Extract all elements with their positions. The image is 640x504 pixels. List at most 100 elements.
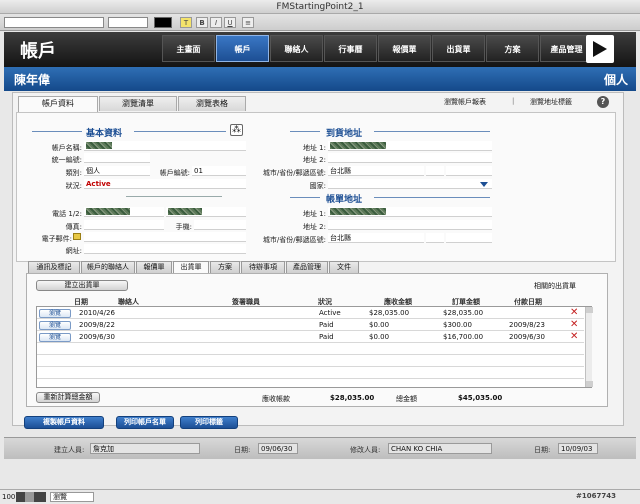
- related-shipments-label: 相關的出貨單: [534, 282, 576, 290]
- font-select[interactable]: [4, 17, 104, 28]
- section-rule: [32, 131, 82, 132]
- print-labels-button[interactable]: 列印標籤: [180, 416, 238, 429]
- ship-addr1-field[interactable]: [328, 141, 492, 151]
- delete-row-icon[interactable]: ✕: [570, 332, 578, 342]
- view-button[interactable]: 瀏覽: [39, 309, 71, 318]
- mobile-field[interactable]: [194, 220, 246, 230]
- account-name-title: 陳年偉: [14, 73, 51, 87]
- ship-addr1-label: 地址 1:: [302, 144, 326, 152]
- subtab-5[interactable]: 待辦事項: [241, 261, 285, 273]
- bill-zip-field[interactable]: [446, 233, 492, 243]
- view-report-link[interactable]: 瀏覽帳戶報表: [444, 97, 486, 107]
- nav-item-0[interactable]: 主畫面: [162, 35, 215, 62]
- row-receivable: $28,035.00: [369, 309, 410, 317]
- account-name-field[interactable]: [84, 141, 246, 151]
- tax-id-field[interactable]: [84, 153, 150, 163]
- email-field[interactable]: [84, 232, 246, 242]
- subtab-2[interactable]: 報價單: [136, 261, 172, 273]
- ship-city-field[interactable]: 台北縣: [328, 166, 424, 176]
- color-swatch[interactable]: [154, 17, 172, 28]
- watermark-id: #1067743: [576, 492, 616, 500]
- row-order: $16,700.00: [443, 333, 484, 341]
- account-type-title: 個人: [603, 73, 628, 87]
- tab-account-info[interactable]: 帳戶資料: [18, 96, 98, 112]
- view-button[interactable]: 瀏覽: [39, 321, 71, 330]
- delete-row-icon[interactable]: ✕: [570, 320, 578, 330]
- section-rule: [374, 197, 490, 198]
- redacted-value: [86, 208, 130, 215]
- bill-addr1-field[interactable]: [328, 207, 492, 217]
- status-field[interactable]: Active: [84, 179, 246, 189]
- mode-indicator[interactable]: 瀏覽: [50, 492, 94, 502]
- print-account-list-button[interactable]: 列印帳戶名單: [116, 416, 174, 429]
- bill-addr2-field[interactable]: [328, 220, 492, 230]
- subtab-7[interactable]: 文件: [329, 261, 359, 273]
- divider: [126, 196, 222, 197]
- portal-scrollbar[interactable]: [585, 307, 593, 387]
- fax-field[interactable]: [84, 220, 164, 230]
- phone1-field[interactable]: [84, 207, 164, 217]
- nav-item-5[interactable]: 出貨單: [432, 35, 485, 62]
- tab-view-list[interactable]: 瀏覽清單: [99, 96, 177, 111]
- table-row[interactable]: 瀏覽 2010/4/26 Active $28,035.00 $28,035.00 ✕: [37, 308, 584, 319]
- subtab-0[interactable]: 通訊及標記: [28, 261, 80, 273]
- bill-addr2-label: 地址 2:: [302, 223, 326, 231]
- nav-item-3[interactable]: 行事曆: [324, 35, 377, 62]
- email-compose-icon[interactable]: [73, 233, 81, 240]
- row-status: Active: [319, 309, 341, 317]
- bold-icon[interactable]: B: [196, 17, 208, 28]
- row-date: 2009/6/30: [79, 333, 115, 341]
- size-select[interactable]: [108, 17, 148, 28]
- subtab-4[interactable]: 方案: [210, 261, 240, 273]
- row-receivable: $0.00: [369, 333, 390, 341]
- text-tool-icon[interactable]: T: [180, 17, 192, 28]
- view-map-link[interactable]: 瀏覽地址標籤: [530, 97, 572, 107]
- nav-item-6[interactable]: 方案: [486, 35, 539, 62]
- recalc-total-button[interactable]: 重新計算總金額: [36, 392, 100, 403]
- row-date: 2010/4/26: [79, 309, 115, 317]
- ship-zip-field[interactable]: [446, 166, 492, 176]
- bill-province-field[interactable]: [426, 233, 444, 243]
- help-icon[interactable]: ?: [597, 96, 609, 108]
- tab-view-table[interactable]: 瀏覽表格: [178, 96, 246, 111]
- italic-icon[interactable]: I: [210, 17, 222, 28]
- scroll-down-icon[interactable]: [586, 381, 593, 387]
- nav-item-1[interactable]: 帳戶: [216, 35, 269, 62]
- billing-title: 帳單地址: [326, 195, 363, 205]
- ship-country-label: 國家:: [309, 182, 326, 190]
- table-row[interactable]: 瀏覽 2009/8/22 Paid $0.00 $300.00 2009/8/23 ✕: [37, 320, 584, 331]
- delete-row-icon[interactable]: ✕: [570, 308, 578, 318]
- copy-address-arrow-icon[interactable]: [480, 182, 488, 187]
- ship-country-field[interactable]: [328, 179, 492, 189]
- subtab-1[interactable]: 帳戶的聯絡人: [81, 261, 135, 273]
- ship-addr2-label: 地址 2:: [302, 156, 326, 164]
- row-status: Paid: [319, 333, 334, 341]
- shipments-portal: 瀏覽 2010/4/26 Active $28,035.00 $28,035.00 ✕ 瀏覽…: [36, 306, 593, 388]
- nav-item-2[interactable]: 聯絡人: [270, 35, 323, 62]
- phone2-field[interactable]: [166, 207, 246, 217]
- view-button[interactable]: 瀏覽: [39, 333, 71, 342]
- scroll-up-icon[interactable]: [586, 307, 593, 313]
- zoom-level[interactable]: 100: [2, 493, 15, 501]
- align-left-icon[interactable]: ≡: [242, 17, 254, 28]
- status-label: 狀況:: [65, 182, 82, 190]
- category-field[interactable]: 個人: [84, 166, 150, 176]
- nav-item-4[interactable]: 報價單: [378, 35, 431, 62]
- underline-icon[interactable]: U: [224, 17, 236, 28]
- ship-city-label: 城市/省份/郵遞區號:: [262, 169, 326, 177]
- created-by-field: 詹克加: [90, 443, 200, 454]
- ship-province-field[interactable]: [426, 166, 444, 176]
- table-row[interactable]: 瀏覽 2009/6/30 Paid $0.00 $16,700.00 2009/6/30 ✕: [37, 332, 584, 343]
- website-field[interactable]: [84, 244, 246, 254]
- row-paid-date: 2009/8/23: [509, 321, 545, 329]
- subtab-6[interactable]: 產品管理: [286, 261, 328, 273]
- bill-city-field[interactable]: 台北縣: [328, 233, 424, 243]
- created-date-field: 09/06/30: [258, 443, 298, 454]
- tree-link-icon[interactable]: ⁂: [230, 124, 243, 136]
- tax-id-label: 統一編號:: [51, 156, 82, 164]
- create-shipment-button[interactable]: 建立出貨單: [36, 280, 128, 291]
- copy-account-button[interactable]: 複製帳戶資料: [24, 416, 104, 429]
- ship-addr2-field[interactable]: [328, 153, 492, 163]
- zoom-controls-icon[interactable]: [16, 492, 46, 502]
- modified-by-label: 修改人員:: [350, 446, 381, 454]
